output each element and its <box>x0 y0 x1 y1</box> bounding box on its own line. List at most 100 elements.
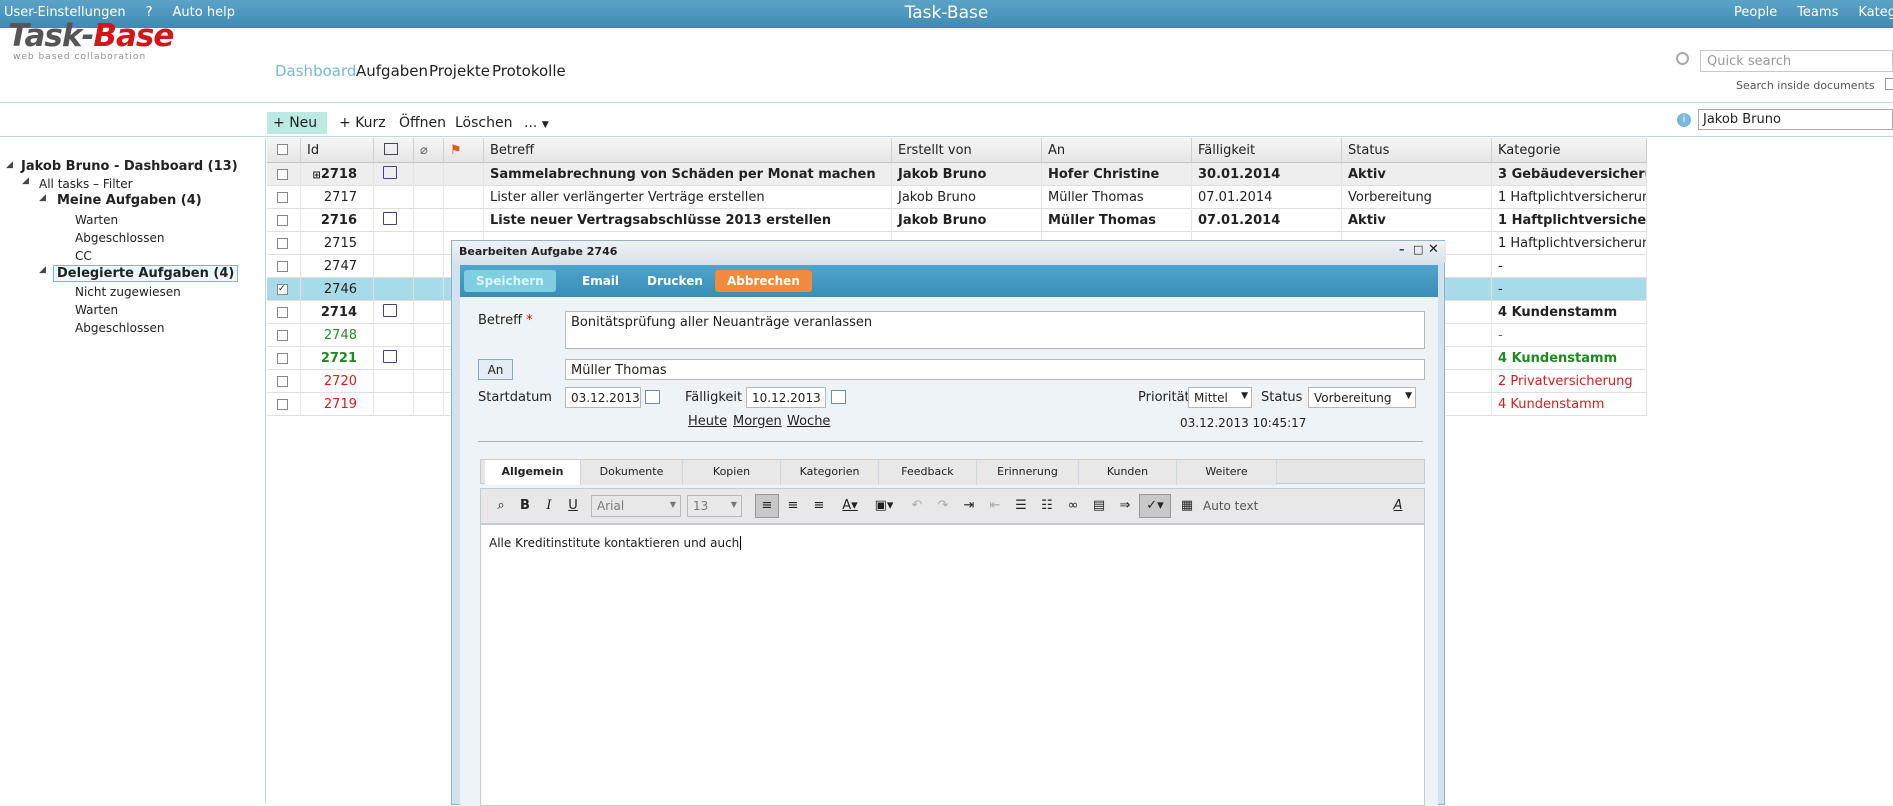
align-right-icon[interactable]: ≡ <box>807 494 831 518</box>
row-checkbox-cell[interactable] <box>267 186 301 209</box>
row-checkbox-cell[interactable] <box>267 163 301 186</box>
minimize-icon[interactable]: – <box>1399 243 1405 256</box>
collapse-icon[interactable]: ◢ <box>22 176 29 186</box>
header-faelligkeit[interactable]: Fälligkeit <box>1192 138 1342 163</box>
link-icon[interactable]: ∞ <box>1061 494 1085 518</box>
status-select[interactable]: Vorbereitung ▼ <box>1308 387 1416 408</box>
tree-item-abgeschlossen[interactable]: Abgeschlossen <box>75 321 164 335</box>
header-flag[interactable]: ⚑ <box>444 138 484 163</box>
checkbox[interactable] <box>277 192 288 203</box>
heute-link[interactable]: Heute <box>688 414 727 429</box>
an-field[interactable]: Müller Thomas <box>565 359 1425 380</box>
checkbox[interactable] <box>277 330 288 341</box>
row-checkbox-cell[interactable] <box>267 370 301 393</box>
search-inside-checkbox[interactable] <box>1885 78 1893 90</box>
numbered-list-icon[interactable]: ☷ <box>1035 494 1059 518</box>
table-row[interactable]: 2716 Liste neuer Vertragsabschlüsse 2013 … <box>267 209 1647 232</box>
tree-root[interactable]: Jakob Bruno - Dashboard (13) <box>21 159 238 174</box>
tree-item-cc[interactable]: CC <box>75 249 92 263</box>
nav-dashboard[interactable]: Dashboard <box>275 62 356 80</box>
tab-dokumente[interactable]: Dokumente <box>581 460 683 485</box>
checkbox[interactable]: ✓ <box>277 284 288 295</box>
tree-item-warten[interactable]: Warten <box>75 303 118 317</box>
highlight-icon[interactable]: ▣▾ <box>869 494 899 518</box>
tab-allgemein[interactable]: Allgemein <box>485 460 581 485</box>
checkbox[interactable] <box>277 376 288 387</box>
tree-delegierte-aufgaben[interactable]: Delegierte Aufgaben (4) <box>53 265 239 282</box>
checkbox[interactable] <box>277 238 288 249</box>
maximize-icon[interactable]: □ <box>1413 243 1423 256</box>
table-icon[interactable]: ▦ <box>1175 494 1199 518</box>
header-status[interactable]: Status <box>1342 138 1492 163</box>
nav-protokolle[interactable]: Protokolle <box>492 62 566 80</box>
morgen-link[interactable]: Morgen <box>733 414 782 429</box>
header-an[interactable]: An <box>1042 138 1192 163</box>
dialog-titlebar[interactable]: Bearbeiten Aufgabe 2746 – □ ✕ <box>452 241 1446 263</box>
header-select-all[interactable] <box>267 138 301 163</box>
calendar-icon[interactable] <box>831 390 846 404</box>
betreff-field[interactable]: Bonitätsprüfung aller Neuanträge veranla… <box>565 311 1425 349</box>
neu-button[interactable]: + Neu <box>267 112 327 134</box>
checkbox[interactable] <box>277 261 288 272</box>
tree-item-abgeschlossen[interactable]: Abgeschlossen <box>75 231 164 245</box>
calendar-icon[interactable] <box>645 390 660 404</box>
header-kategorie[interactable]: Kategorie <box>1492 138 1647 163</box>
bullet-list-icon[interactable]: ☰ <box>1009 494 1033 518</box>
size-select[interactable]: 13 ▼ <box>687 495 742 517</box>
row-checkbox-cell[interactable] <box>267 324 301 347</box>
spellcheck-icon[interactable]: ✓▾ <box>1139 494 1171 518</box>
checkbox[interactable] <box>277 399 288 410</box>
edit-icon[interactable] <box>383 166 397 179</box>
kurz-button[interactable]: + Kurz <box>333 112 392 134</box>
user-select[interactable]: Jakob Bruno <box>1698 109 1893 130</box>
collapse-icon[interactable]: ◢ <box>6 160 13 170</box>
prioritaet-select[interactable]: Mittel ▼ <box>1188 387 1252 408</box>
table-row[interactable]: ⊞2718 Sammelabrechnung von Schäden per Mo… <box>267 163 1647 186</box>
woche-link[interactable]: Woche <box>787 414 830 429</box>
checkbox[interactable] <box>277 215 288 226</box>
tab-feedback[interactable]: Feedback <box>879 460 977 485</box>
more-button[interactable]: ... ▼ <box>518 112 555 134</box>
faelligkeit-field[interactable]: 10.12.2013 <box>746 387 826 408</box>
font-select[interactable]: Arial ▼ <box>591 495 681 517</box>
teams-link[interactable]: Teams <box>1797 5 1838 20</box>
search-icon[interactable]: ⌕ <box>489 494 513 518</box>
bold-button[interactable]: B <box>513 494 537 518</box>
outdent-icon[interactable]: ⇤ <box>983 494 1007 518</box>
checkbox[interactable] <box>277 307 288 318</box>
edit-icon[interactable] <box>383 212 397 225</box>
expand-icon[interactable]: ⊞ <box>312 170 320 181</box>
print-button[interactable]: Drucken <box>635 270 715 292</box>
row-checkbox-cell[interactable] <box>267 347 301 370</box>
edit-icon[interactable] <box>383 350 397 363</box>
underline-button[interactable]: U <box>561 494 585 518</box>
edit-icon[interactable] <box>383 304 397 317</box>
insert-icon[interactable]: ⇒ <box>1113 494 1137 518</box>
editor-body[interactable]: Alle Kreditinstitute kontaktieren und au… <box>480 524 1425 806</box>
save-button[interactable]: Speichern <box>464 270 556 292</box>
clear-format-icon[interactable]: A <box>1386 494 1410 518</box>
row-checkbox-cell[interactable]: ✓ <box>267 278 301 301</box>
row-checkbox-cell[interactable] <box>267 255 301 278</box>
indent-icon[interactable]: ⇥ <box>957 494 981 518</box>
row-checkbox-cell[interactable] <box>267 232 301 255</box>
collapse-icon[interactable]: ◢ <box>39 265 46 275</box>
table-row[interactable]: 2717 Lister aller verlängerter Verträge e… <box>267 186 1647 209</box>
tree-item-nicht-zugewiesen[interactable]: Nicht zugewiesen <box>75 285 181 299</box>
close-icon[interactable]: ✕ <box>1428 242 1439 257</box>
tab-kategorien[interactable]: Kategorien <box>781 460 879 485</box>
tree-item-warten[interactable]: Warten <box>75 213 118 227</box>
tab-erinnerung[interactable]: Erinnerung <box>977 460 1079 485</box>
tab-weitere[interactable]: Weitere <box>1177 460 1277 485</box>
undo-icon[interactable]: ↶ <box>905 494 929 518</box>
italic-button[interactable]: I <box>537 494 561 518</box>
header-betreff[interactable]: Betreff <box>484 138 892 163</box>
auto-text-button[interactable]: Auto text <box>1203 499 1258 513</box>
kategorien-link[interactable]: Kategorien <box>1858 5 1893 20</box>
header-id[interactable]: Id <box>301 138 374 163</box>
cancel-button[interactable]: Abbrechen <box>715 270 812 292</box>
startdatum-field[interactable]: 03.12.2013 <box>565 387 641 408</box>
nav-aufgaben[interactable]: Aufgaben <box>356 62 428 80</box>
header-attachment[interactable]: ⌀ <box>414 138 444 163</box>
an-button[interactable]: An <box>478 359 513 380</box>
